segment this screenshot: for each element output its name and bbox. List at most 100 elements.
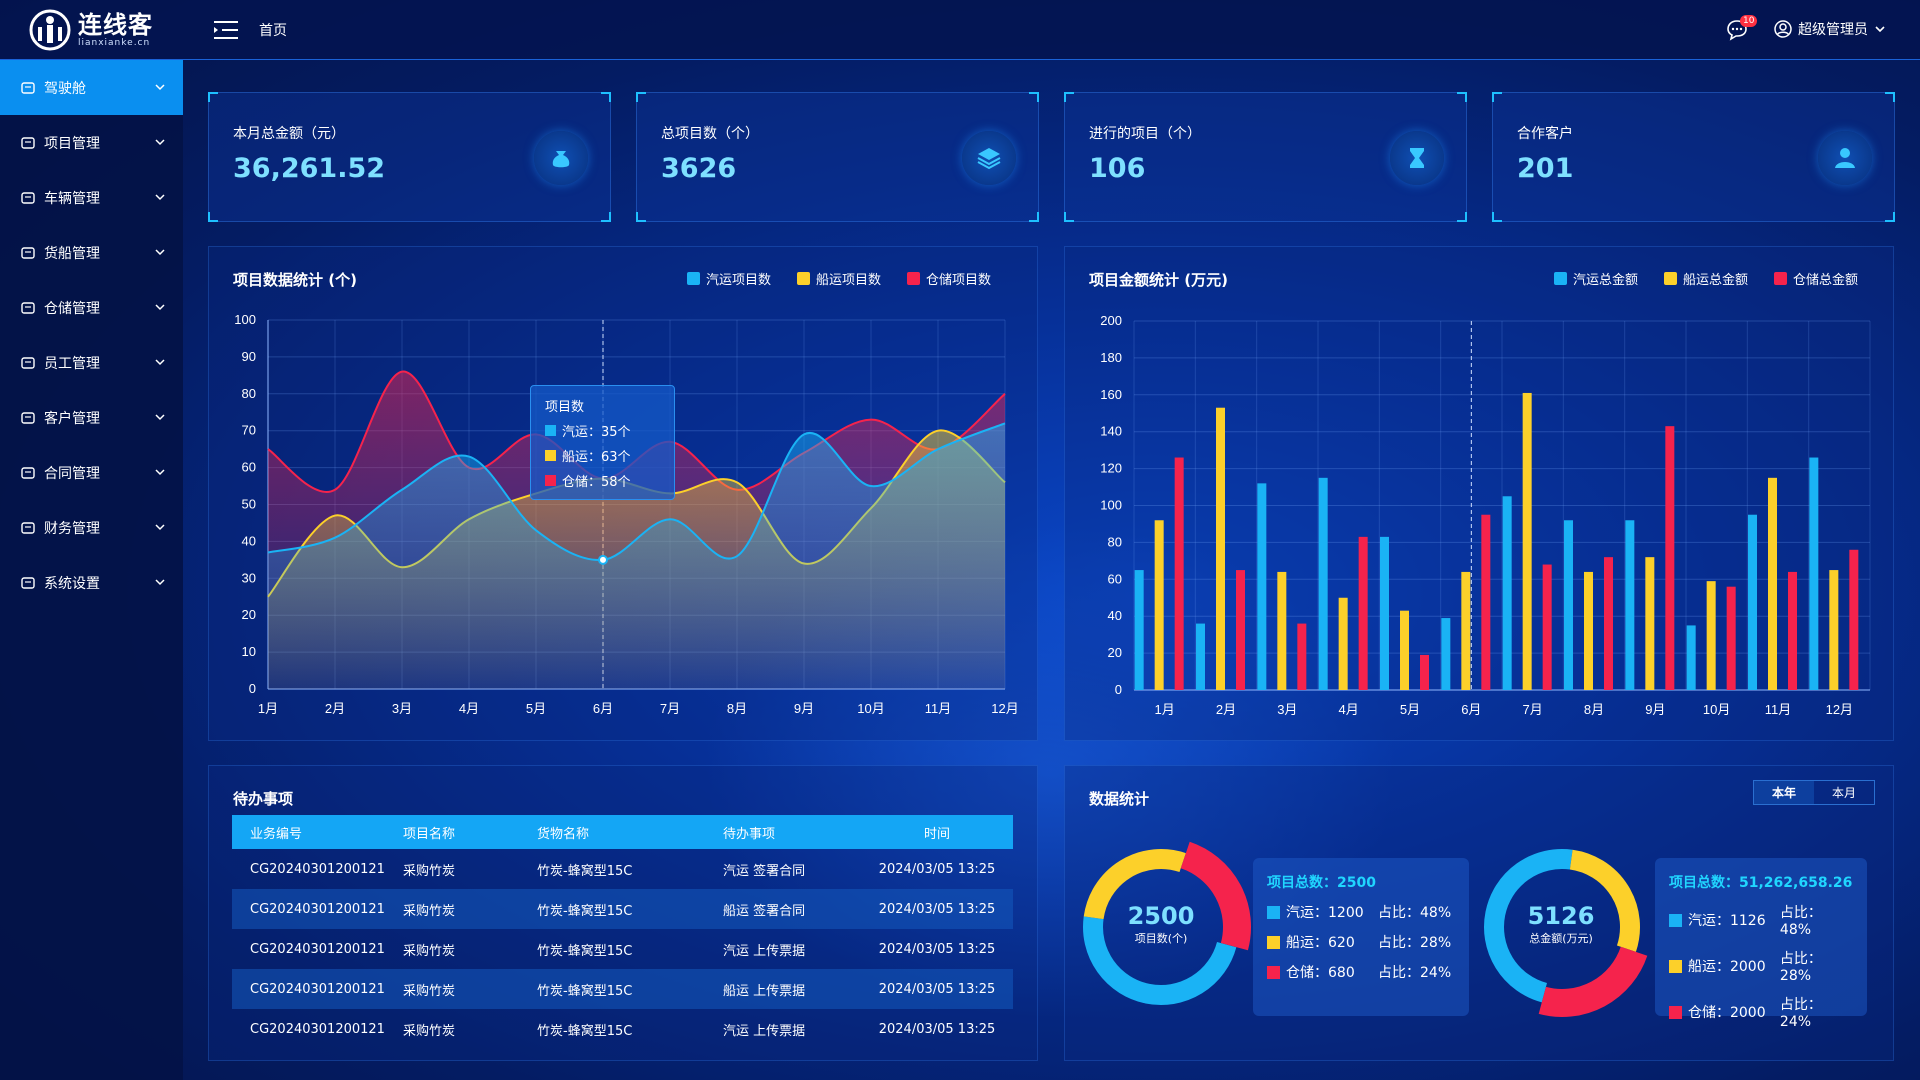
money-bag-icon: [552, 151, 570, 168]
x-tick-label: 2月: [325, 701, 345, 716]
summary-row: 船运：2000 占比：28%: [1669, 948, 1853, 984]
table-cell: 竹炭-蜂窝型15C: [537, 863, 633, 879]
x-tick-label: 11月: [925, 701, 952, 716]
bar[interactable]: [1338, 597, 1348, 690]
x-tick-label: 9月: [794, 701, 814, 716]
sidebar-item[interactable]: 项目管理: [0, 115, 183, 170]
bar[interactable]: [1809, 457, 1819, 690]
table-row[interactable]: CG20240301200121 采购竹炭 竹炭-蜂窝型15C 船运 签署合同 2024…: [232, 889, 1013, 929]
sidebar-item[interactable]: 驾驶舱: [0, 60, 183, 115]
donut1-label: 项目数(个): [1134, 932, 1188, 945]
table-cell: 2024/03/05 13:25: [878, 901, 996, 917]
table-row[interactable]: CG20240301200121 采购竹炭 竹炭-蜂窝型15C 汽运 签署合同 2024…: [232, 849, 1013, 889]
message-button[interactable]: 10: [1726, 15, 1758, 43]
bar[interactable]: [1216, 407, 1225, 690]
x-tick-label: 12月: [991, 701, 1018, 716]
table-row[interactable]: CG20240301200121 采购竹炭 竹炭-蜂窝型15C 汽运 上传票据 2024…: [232, 929, 1013, 969]
summary-row: 仓储：680 占比：24%: [1267, 962, 1455, 982]
dashboard-icon: [21, 81, 35, 94]
bar[interactable]: [1257, 483, 1267, 690]
logo-mark-icon: [29, 9, 71, 51]
bar[interactable]: [1134, 570, 1144, 690]
table-cell: 船运 上传票据: [723, 983, 806, 999]
bar[interactable]: [1706, 581, 1716, 690]
sidebar-item[interactable]: 员工管理: [0, 335, 183, 390]
bar[interactable]: [1542, 564, 1552, 690]
sidebar-item-label: 合同管理: [44, 465, 100, 482]
table-row[interactable]: CG20240301200121 采购竹炭 竹炭-蜂窝型15C 船运 上传票据 2024…: [232, 969, 1013, 1009]
bar[interactable]: [1768, 477, 1777, 690]
bar[interactable]: [1564, 520, 1573, 690]
sidebar-item[interactable]: 系统设置: [0, 555, 183, 610]
header-cell: 货物名称: [537, 826, 590, 842]
table-cell: 竹炭-蜂窝型15C: [537, 983, 633, 999]
sidebar-item-label: 客户管理: [44, 410, 100, 427]
y-tick-label: 60: [1108, 571, 1122, 586]
chevron-down-icon: [155, 359, 165, 366]
summary-name: 汽运：1200: [1286, 905, 1364, 921]
bar[interactable]: [1400, 610, 1409, 690]
sidebar-item[interactable]: 货船管理: [0, 225, 183, 280]
y-tick-label: 50: [242, 497, 256, 512]
bar[interactable]: [1297, 623, 1307, 690]
card-corner: [1885, 212, 1895, 222]
bar[interactable]: [1726, 586, 1736, 690]
bar[interactable]: [1665, 426, 1675, 690]
menu-toggle-icon[interactable]: [214, 18, 240, 42]
table-row[interactable]: CG20240301200121 采购竹炭 竹炭-蜂窝型15C 汽运 上传票据 2024…: [232, 1009, 1013, 1049]
bar[interactable]: [1461, 571, 1471, 690]
user-menu[interactable]: 超级管理员: [1774, 19, 1886, 39]
card-corner: [208, 212, 218, 222]
breadcrumb-home[interactable]: 首页: [259, 20, 287, 40]
bar[interactable]: [1829, 570, 1839, 690]
bar[interactable]: [1502, 496, 1512, 690]
chevron-down-icon: [155, 249, 165, 256]
bar[interactable]: [1584, 571, 1593, 690]
bar[interactable]: [1420, 654, 1429, 690]
table-cell: 2024/03/05 13:25: [878, 861, 996, 877]
bar[interactable]: [1154, 520, 1164, 690]
donut2-value: 5126: [1527, 902, 1595, 930]
bar[interactable]: [1318, 477, 1328, 690]
card-value: 3626: [661, 153, 737, 184]
card-corner: [208, 92, 218, 102]
bar[interactable]: [1481, 514, 1491, 690]
bar[interactable]: [1196, 623, 1205, 690]
bar[interactable]: [1174, 457, 1184, 690]
bar[interactable]: [1788, 571, 1797, 690]
bar[interactable]: [1441, 618, 1451, 690]
table-cell: 采购竹炭: [403, 983, 456, 999]
sidebar-item[interactable]: 仓储管理: [0, 280, 183, 335]
sidebar-item[interactable]: 财务管理: [0, 500, 183, 555]
x-tick-label: 11月: [1765, 702, 1792, 717]
sidebar-item[interactable]: 客户管理: [0, 390, 183, 445]
bar[interactable]: [1686, 625, 1696, 690]
summary-row: 汽运：1126 占比：48%: [1669, 902, 1853, 938]
bar[interactable]: [1625, 520, 1635, 690]
sidebar-item[interactable]: 车辆管理: [0, 170, 183, 225]
bar[interactable]: [1522, 392, 1532, 690]
donut2-summary: 项目总数：51,262,658.26 汽运：1126 占比：48% 船运：2000…: [1655, 858, 1867, 1030]
summary-row: 汽运：1200 占比：48%: [1267, 902, 1455, 922]
bar[interactable]: [1380, 536, 1389, 690]
bar[interactable]: [1645, 557, 1655, 690]
donut-segment[interactable]: [1538, 946, 1648, 1017]
x-tick-label: 6月: [1461, 702, 1481, 717]
card-label: 总项目数（个）: [661, 126, 759, 142]
table-cell: 采购竹炭: [403, 863, 456, 879]
x-tick-label: 8月: [1584, 702, 1604, 717]
bar[interactable]: [1236, 570, 1245, 690]
bar[interactable]: [1358, 536, 1368, 690]
finance-icon: [21, 521, 35, 534]
bar[interactable]: [1849, 549, 1859, 690]
user-name: 超级管理员: [1798, 22, 1868, 38]
bar[interactable]: [1277, 571, 1287, 690]
logo[interactable]: 连线客 lianxianke.cn: [28, 8, 188, 52]
chevron-down-icon: [155, 579, 165, 586]
x-tick-label: 6月: [593, 701, 613, 716]
sidebar-item[interactable]: 合同管理: [0, 445, 183, 500]
sidebar-item-label: 员工管理: [44, 355, 100, 372]
message-count-badge: 10: [1740, 15, 1758, 27]
bar[interactable]: [1748, 514, 1757, 690]
bar[interactable]: [1604, 557, 1613, 690]
